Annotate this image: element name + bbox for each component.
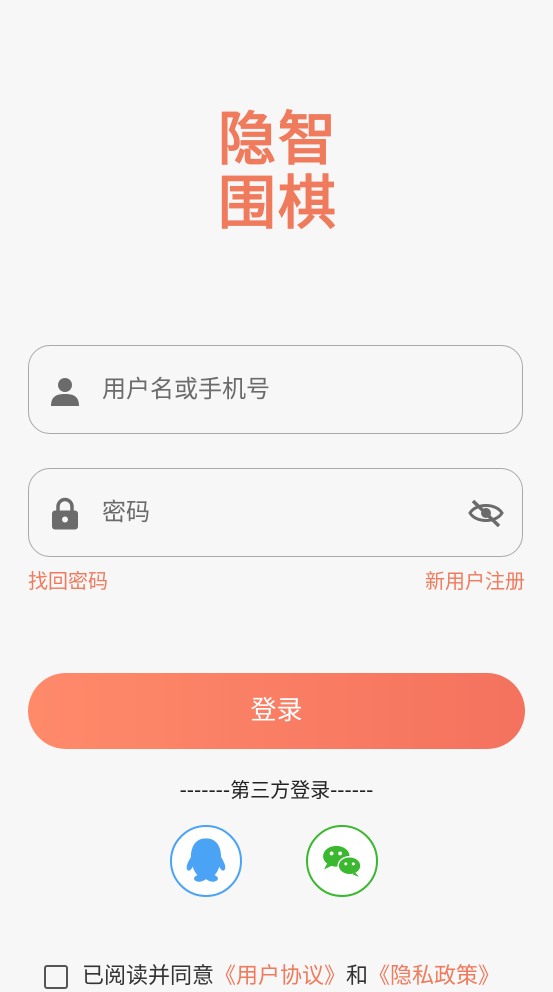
agreement-row: 已阅读并同意《用户协议》和《隐私政策》 xyxy=(44,962,500,992)
password-placeholder: 密码 xyxy=(102,498,150,526)
username-field[interactable]: 用户名或手机号 xyxy=(28,345,523,434)
login-button[interactable]: 登录 xyxy=(28,673,525,749)
app-logo: 隐 智 围 棋 xyxy=(218,108,336,234)
user-agreement-link[interactable]: 《用户协议》 xyxy=(214,964,346,989)
forgot-password-link[interactable]: 找回密码 xyxy=(28,567,108,595)
logo-char: 隐 xyxy=(218,105,277,173)
register-link[interactable]: 新用户注册 xyxy=(425,567,525,595)
agreement-and: 和 xyxy=(346,964,369,989)
logo-char: 棋 xyxy=(278,169,337,237)
qq-login-button[interactable] xyxy=(170,825,242,897)
person-icon xyxy=(51,378,79,406)
qq-icon xyxy=(186,838,226,882)
password-field[interactable]: 密码 xyxy=(28,468,523,557)
wechat-icon xyxy=(323,845,362,878)
third-party-title: -------第三方登录------ xyxy=(179,778,374,802)
username-placeholder: 用户名或手机号 xyxy=(102,375,270,403)
agreement-prefix: 已阅读并同意 xyxy=(82,964,215,989)
wechat-login-button[interactable] xyxy=(306,825,378,897)
agree-checkbox[interactable] xyxy=(44,965,68,989)
logo-char: 围 xyxy=(218,169,277,237)
logo-char: 智 xyxy=(278,105,337,173)
privacy-policy-link[interactable]: 《隐私政策》 xyxy=(368,964,500,989)
lock-icon xyxy=(52,497,78,530)
eye-off-icon[interactable] xyxy=(468,497,504,529)
